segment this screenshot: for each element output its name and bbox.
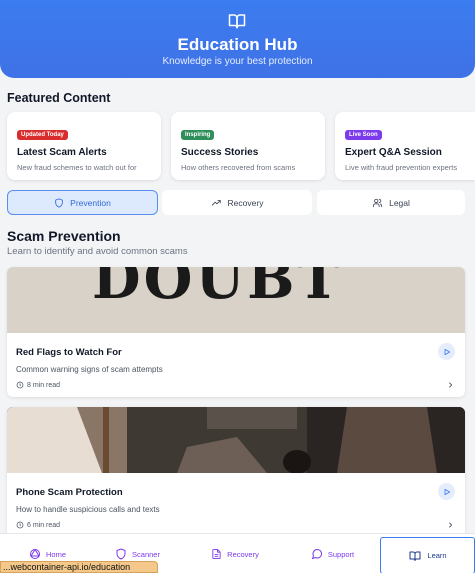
tab-label: Recovery [227, 197, 264, 208]
chevron-right-icon[interactable] [447, 381, 454, 389]
play-icon [444, 348, 450, 355]
article-title: Phone Scam Protection [16, 487, 123, 498]
tab-prevention[interactable]: Prevention [7, 190, 158, 215]
article-image [7, 407, 465, 473]
page-header: Education Hub Knowledge is your best pro… [0, 0, 475, 78]
shield-icon [116, 548, 126, 560]
tab-label: Prevention [70, 197, 111, 208]
article-description: How to handle suspicious calls and texts [16, 505, 160, 514]
home-icon [29, 548, 40, 559]
book-open-icon [409, 551, 421, 561]
play-button[interactable] [438, 483, 455, 500]
card-description: Live with fraud prevention experts [345, 163, 458, 172]
card-description: How others recovered from scams [181, 163, 296, 172]
status-badge: Inspiring [181, 130, 215, 140]
message-circle-icon [311, 549, 322, 559]
featured-card-success-stories[interactable]: Inspiring Success Stories How others rec… [171, 112, 325, 180]
article-card-red-flags[interactable]: DOUBT Red Flags to Watch For Common warn… [7, 267, 465, 397]
file-text-icon [212, 548, 221, 560]
users-icon [373, 198, 383, 207]
play-button[interactable] [438, 343, 455, 360]
trending-up-icon [211, 199, 221, 205]
page-title: Education Hub [177, 35, 298, 54]
article-image: DOUBT [7, 267, 465, 333]
shield-icon [55, 197, 63, 208]
page-subtitle: Knowledge is your best protection [162, 56, 313, 67]
nav-item-learn[interactable]: Learn [380, 537, 475, 573]
status-url: ...webcontainer-api.io/education [0, 561, 158, 573]
clock-icon [16, 521, 24, 529]
status-badge: Live Soon [345, 130, 382, 140]
featured-card-scam-alerts[interactable]: Updated Today Latest Scam Alerts New fra… [7, 112, 161, 180]
nav-item-support[interactable]: Support [290, 534, 375, 573]
section-heading: Scam Prevention [7, 228, 121, 244]
tab-recovery[interactable]: Recovery [162, 190, 312, 215]
article-title: Red Flags to Watch For [16, 347, 122, 358]
card-description: New fraud schemes to watch out for [17, 163, 137, 172]
chevron-right-icon[interactable] [447, 521, 454, 529]
featured-heading: Featured Content [7, 91, 111, 105]
tab-legal[interactable]: Legal [317, 190, 465, 215]
read-time: 6 min read [16, 521, 60, 529]
featured-card-expert-qa[interactable]: Live Soon Expert Q&A Session Live with f… [335, 112, 475, 180]
tab-label: Legal [389, 197, 410, 208]
article-photo [7, 407, 465, 473]
play-icon [444, 488, 450, 495]
nav-item-recovery[interactable]: Recovery [190, 534, 280, 573]
card-title: Expert Q&A Session [345, 147, 442, 158]
card-title: Success Stories [181, 147, 259, 158]
article-card-phone-scam[interactable]: Phone Scam Protection How to handle susp… [7, 407, 465, 533]
section-subtitle: Learn to identify and avoid common scams [7, 246, 188, 257]
read-time: 8 min read [16, 381, 60, 389]
clock-icon [16, 381, 24, 389]
image-lettering: DOUBT [92, 267, 343, 312]
status-badge: Updated Today [17, 130, 68, 140]
card-title: Latest Scam Alerts [17, 147, 107, 158]
book-open-icon [228, 14, 246, 29]
article-description: Common warning signs of scam attempts [16, 365, 163, 374]
